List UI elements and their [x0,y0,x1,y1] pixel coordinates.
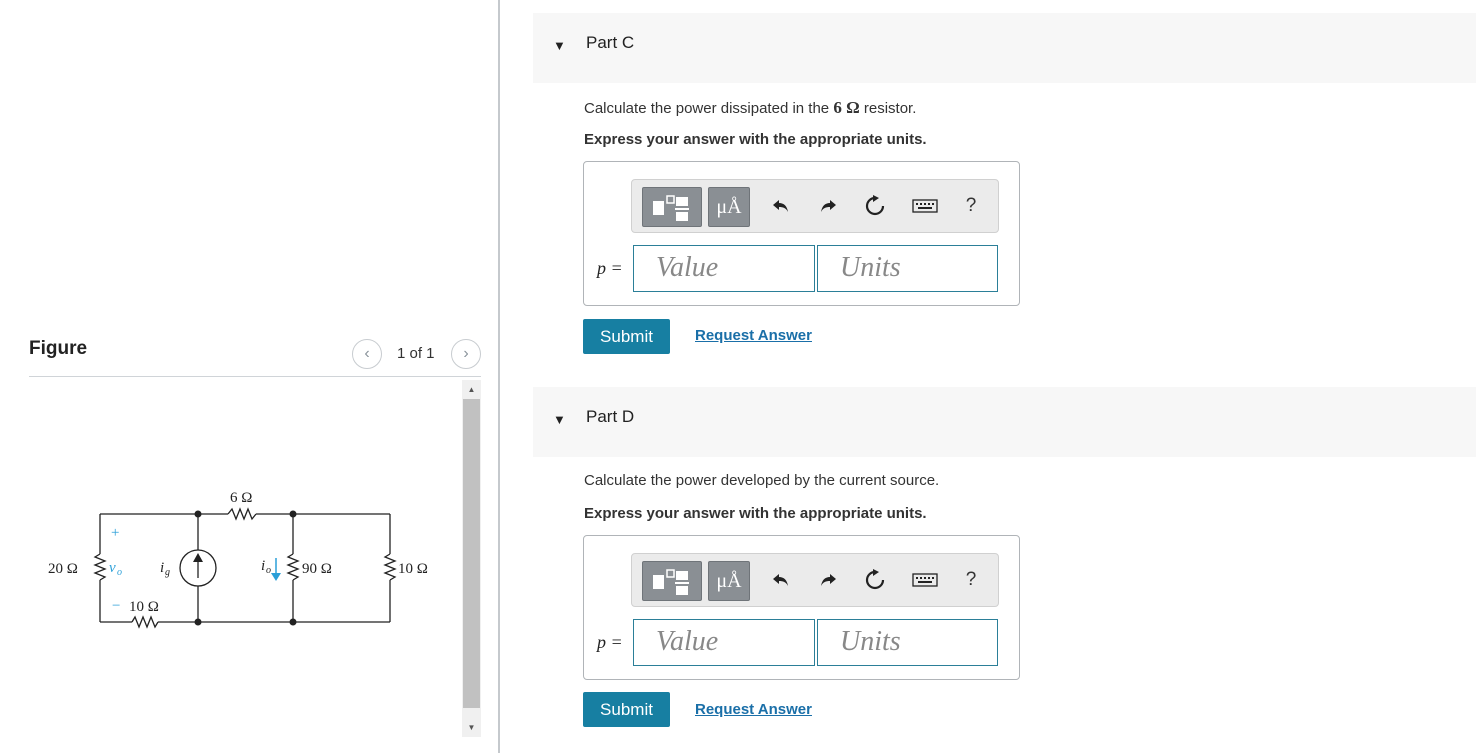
redo-icon[interactable] [815,567,841,593]
units-button[interactable]: μÅ [708,187,750,227]
help-icon[interactable]: ? [958,567,984,593]
part-c-instruction: Express your answer with the appropriate… [584,131,927,148]
part-d-request-answer-link[interactable]: Request Answer [695,701,812,718]
templates-button[interactable] [642,561,702,601]
part-c-submit-button[interactable]: Submit [583,319,670,354]
undo-icon[interactable] [768,193,794,219]
resistor-6-label: 6 Ω [230,490,252,506]
resistor-90-label: 90 Ω [302,561,332,577]
redo-icon[interactable] [815,193,841,219]
scroll-down-arrow-icon[interactable]: ▼ [462,718,481,736]
keyboard-icon[interactable] [912,193,938,219]
page-counter: 1 of 1 [397,345,435,362]
part-d-instruction: Express your answer with the appropriate… [584,505,927,522]
part-d-header[interactable]: ▼ Part D [533,387,1476,457]
part-d-submit-button[interactable]: Submit [583,692,670,727]
pane-divider[interactable] [498,0,500,753]
circuit-diagram: 6 Ω 20 Ω 10 Ω 90 Ω 10 Ω + − v o i g i o [48,490,428,629]
part-c-value-input[interactable]: Value [633,245,815,292]
chevron-left-icon: ‹ [364,345,370,362]
units-button[interactable]: μÅ [708,561,750,601]
ig-subscript: g [165,567,170,578]
figure-divider [29,376,481,377]
io-label: i [261,558,265,574]
scrollbar-thumb[interactable] [463,399,480,708]
resistor-10-bottom-label: 10 Ω [129,599,159,615]
part-d-toolbar: μÅ ? [631,553,999,607]
io-subscript: o [266,565,271,576]
chevron-right-icon: › [463,345,469,362]
plus-sign: + [111,525,119,541]
part-c-title: Part C [586,33,635,52]
part-d-units-input[interactable]: Units [817,619,998,666]
part-c-question: Calculate the power dissipated in the 6 … [584,98,917,117]
next-figure-button[interactable]: › [451,339,481,369]
part-c-header[interactable]: ▼ Part C [533,13,1476,83]
collapse-triangle-icon[interactable]: ▼ [553,412,566,427]
units-icon: μÅ [716,569,742,592]
templates-button[interactable] [642,187,702,227]
collapse-triangle-icon[interactable]: ▼ [553,38,566,53]
part-d-value-input[interactable]: Value [633,619,815,666]
previous-figure-button[interactable]: ‹ [352,339,382,369]
part-d-title: Part D [586,407,635,426]
templates-icon [653,569,689,595]
vo-label: v [109,560,116,576]
templates-icon [653,195,689,221]
part-c-units-input[interactable]: Units [817,245,998,292]
part-d-variable-label: p = [597,632,623,652]
part-c-variable-label: p = [597,258,623,278]
scroll-up-arrow-icon[interactable]: ▲ [462,380,481,398]
reset-icon[interactable] [862,567,888,593]
vo-subscript: o [117,567,122,578]
part-c-toolbar: μÅ ? [631,179,999,233]
undo-icon[interactable] [768,567,794,593]
part-d-question: Calculate the power developed by the cur… [584,472,940,489]
resistor-10-right-label: 10 Ω [398,561,428,577]
keyboard-icon[interactable] [912,567,938,593]
ig-label: i [160,560,164,576]
resistor-20-label: 20 Ω [48,561,78,577]
part-c-request-answer-link[interactable]: Request Answer [695,327,812,344]
reset-icon[interactable] [862,193,888,219]
minus-sign: − [112,598,120,614]
units-icon: μÅ [716,195,742,218]
figure-title: Figure [29,338,88,359]
help-icon[interactable]: ? [958,193,984,219]
